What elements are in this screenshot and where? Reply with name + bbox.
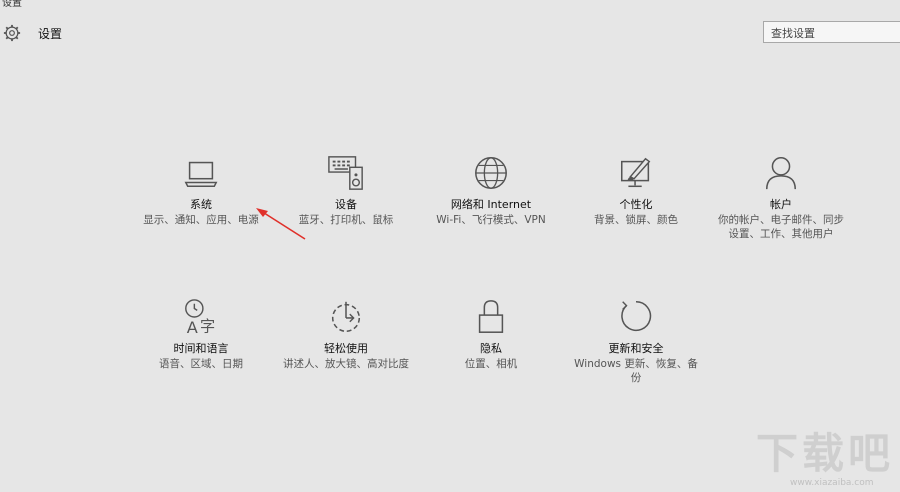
- watermark-url: www.xiazaiba.com: [790, 478, 874, 488]
- watermark-logo: 下载吧: [756, 420, 894, 481]
- annotation-arrow: [256, 208, 306, 240]
- watermark-text: 下载吧: [756, 429, 895, 478]
